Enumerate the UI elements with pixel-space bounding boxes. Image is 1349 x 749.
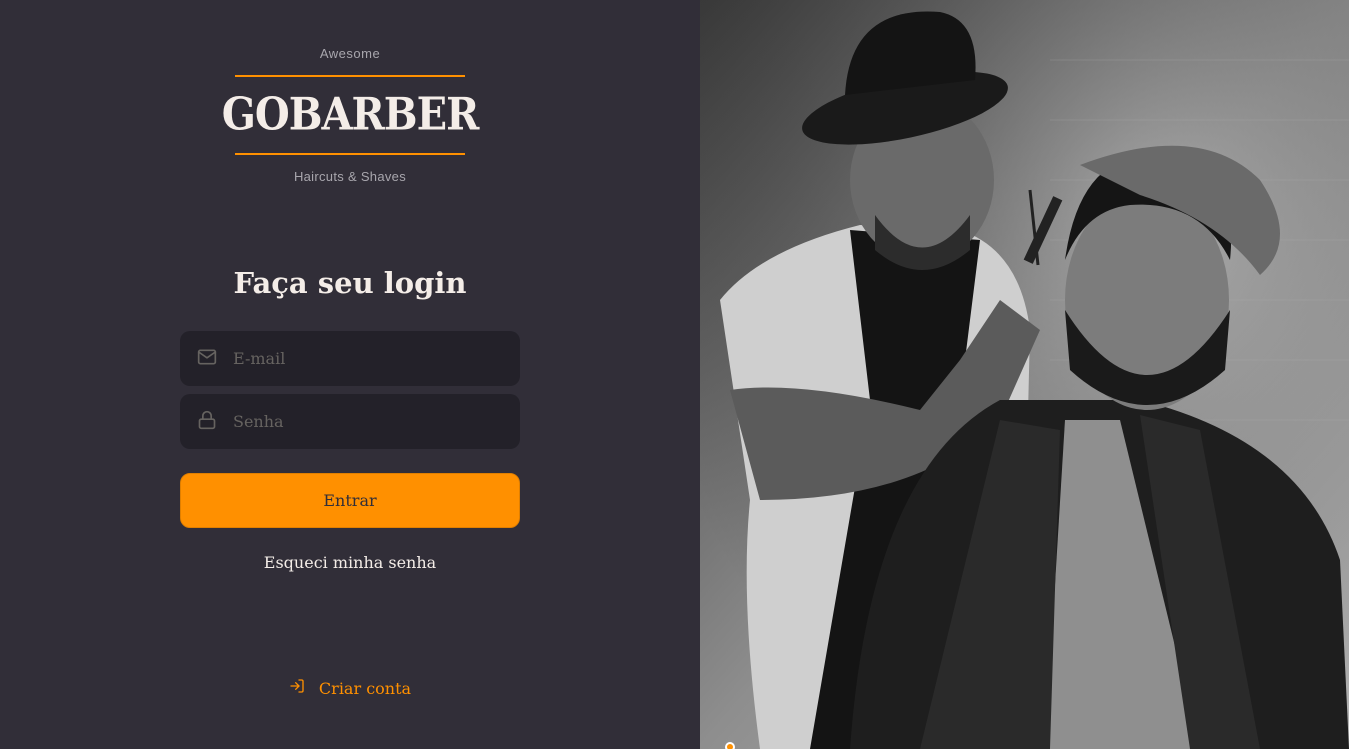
email-field[interactable]: [180, 331, 520, 386]
login-panel: Awesome GOBARBER Haircuts & Shaves Faça …: [0, 0, 700, 749]
logo-tagline-bottom: Haircuts & Shaves: [293, 169, 407, 184]
barber-photo: [700, 0, 1349, 749]
forgot-password-link[interactable]: Esqueci minha senha: [180, 553, 520, 572]
mail-icon: [197, 347, 217, 371]
create-account-label: Criar conta: [318, 678, 412, 698]
email-input[interactable]: [233, 349, 493, 368]
logo-brand-row: GOBARBER: [222, 77, 480, 153]
logo-tagline-top: Awesome: [319, 46, 381, 61]
logo-brand-text: GOBARBER: [221, 88, 480, 141]
barber-background-image: [700, 0, 1349, 749]
logo-bottom-rule: [235, 153, 465, 155]
lock-icon: [197, 410, 217, 434]
password-input[interactable]: [233, 412, 493, 431]
login-submit-button[interactable]: Entrar: [180, 473, 520, 528]
password-field[interactable]: [180, 394, 520, 449]
create-account-link[interactable]: Criar conta: [180, 678, 520, 698]
log-in-icon: [289, 678, 305, 698]
carousel-indicator: [725, 742, 735, 749]
page-title: Faça seu login: [233, 266, 467, 300]
gobarber-logo: Awesome GOBARBER Haircuts & Shaves: [222, 44, 480, 189]
